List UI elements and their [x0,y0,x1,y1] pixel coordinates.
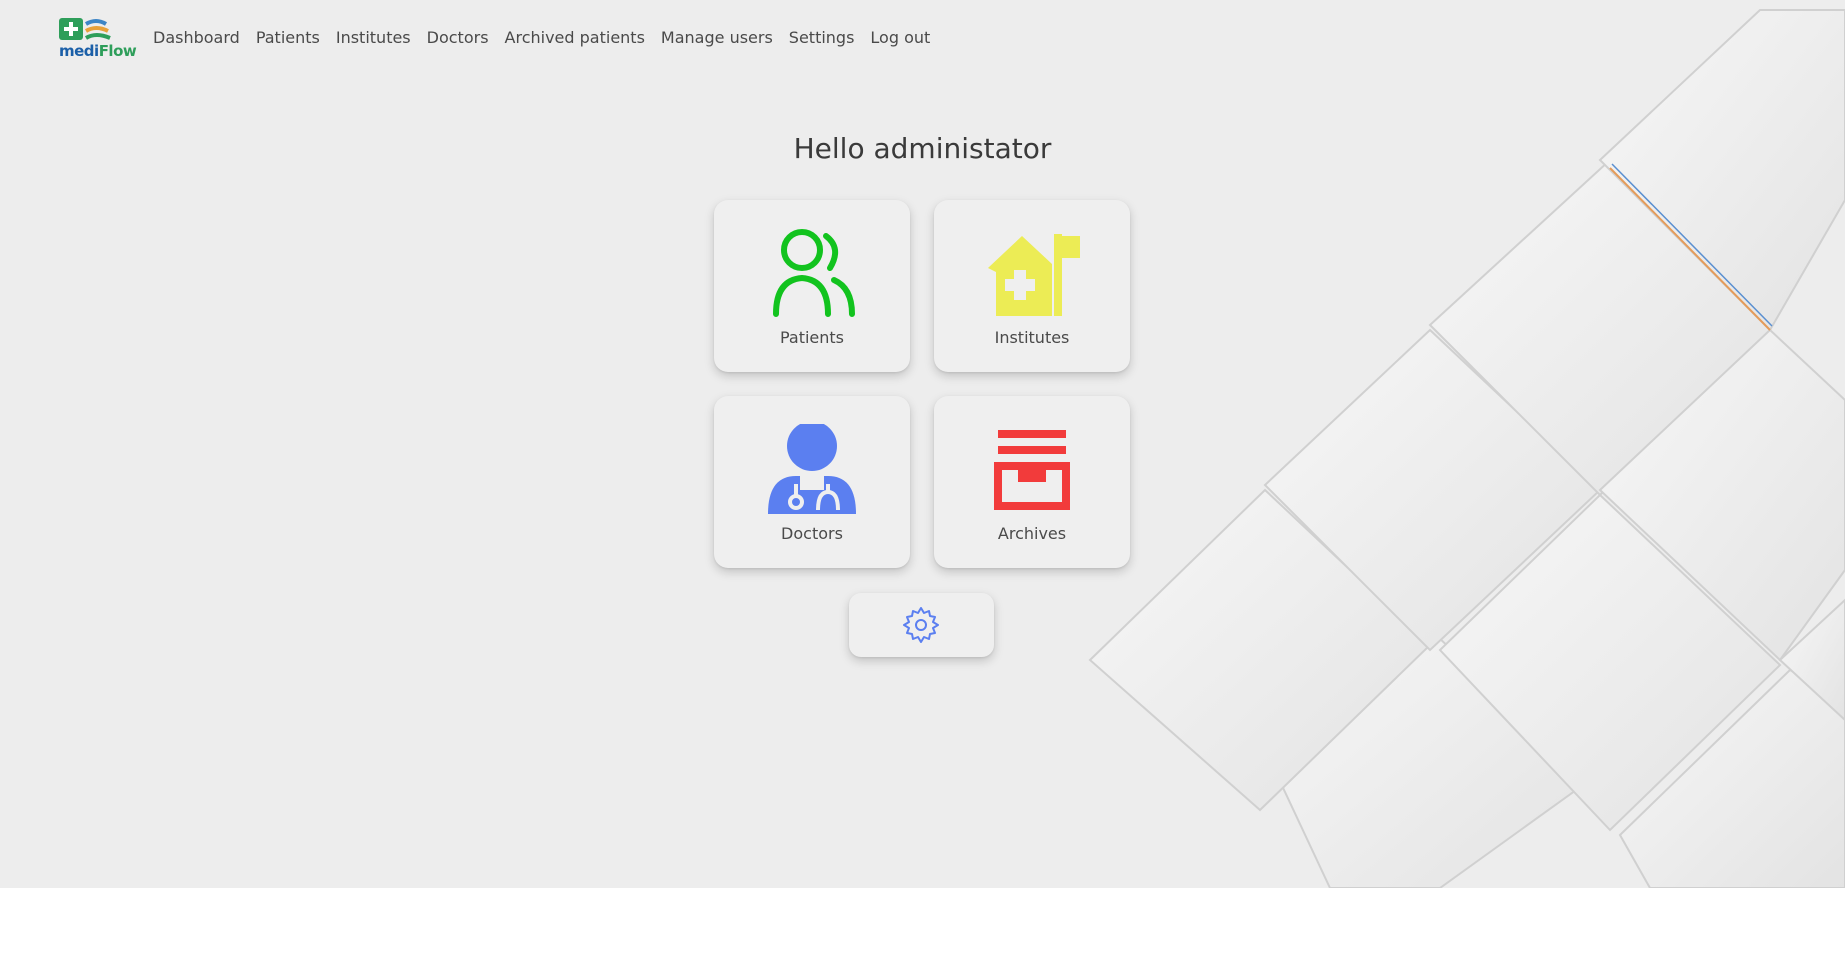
nav-doctors[interactable]: Doctors [427,28,489,47]
nav-dashboard[interactable]: Dashboard [153,28,240,47]
page-background: mediFlow Dashboard Patients Institutes D… [0,0,1845,888]
patients-tile-label: Patients [779,328,845,347]
doctor-icon [768,424,856,514]
archives-tile[interactable]: Archives [934,396,1130,568]
institutes-tile[interactable]: Institutes [934,200,1130,372]
gear-icon [903,607,939,643]
top-navbar: mediFlow Dashboard Patients Institutes D… [0,0,1845,76]
nav-log-out[interactable]: Log out [870,28,930,47]
archives-tile-label: Archives [997,524,1067,543]
brand-name: mediFlow [59,42,137,60]
patients-tile[interactable]: Patients [714,200,910,372]
institutes-tile-label: Institutes [994,328,1070,347]
nav-links: Dashboard Patients Institutes Doctors Ar… [153,28,946,47]
settings-button[interactable] [849,593,994,657]
nav-manage-users[interactable]: Manage users [661,28,773,47]
nav-settings[interactable]: Settings [789,28,855,47]
doctors-tile[interactable]: Doctors [714,396,910,568]
nav-patients[interactable]: Patients [256,28,320,47]
greeting-heading: Hello administator [793,132,1052,165]
nav-institutes[interactable]: Institutes [336,28,411,47]
archive-icon [994,430,1070,510]
patients-icon [773,229,855,317]
institute-icon [988,234,1080,316]
doctors-tile-label: Doctors [781,524,843,543]
nav-archived-patients[interactable]: Archived patients [505,28,645,47]
